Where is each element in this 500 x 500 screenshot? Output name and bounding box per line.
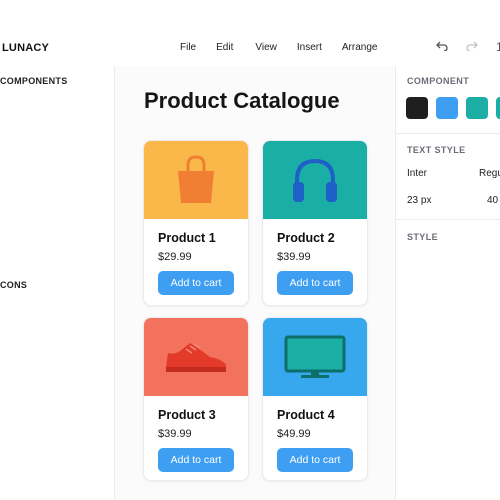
font-family-value[interactable]: Inter <box>407 168 427 179</box>
font-weight-value[interactable]: Regu <box>479 168 500 179</box>
color-swatch[interactable] <box>466 97 488 119</box>
sneaker-icon <box>166 343 226 372</box>
product-card[interactable]: Product 3 $39.99 Add to cart <box>143 317 249 481</box>
product-image <box>144 318 248 396</box>
add-to-cart-button[interactable]: Add to cart <box>277 271 353 295</box>
text-style-title: TEXT STYLE <box>407 145 466 155</box>
color-swatch[interactable] <box>406 97 428 119</box>
product-price: $49.99 <box>277 428 311 440</box>
line-height-value[interactable]: 40 <box>487 195 498 206</box>
top-toolbar: 1 <box>436 40 500 54</box>
product-name: Product 2 <box>277 231 335 245</box>
menu-file[interactable]: File <box>180 42 196 53</box>
color-swatch[interactable] <box>436 97 458 119</box>
color-swatch[interactable] <box>496 97 500 119</box>
app-name: LUNACY <box>2 42 50 54</box>
components-title: COMPONENTS <box>0 76 68 86</box>
monitor-icon <box>284 335 346 378</box>
add-to-cart-button[interactable]: Add to cart <box>158 448 234 472</box>
product-price: $39.99 <box>277 251 311 263</box>
product-image <box>144 141 248 219</box>
redo-icon[interactable] <box>466 40 478 54</box>
component-title: COMPONENT <box>407 76 470 86</box>
toolbar-extra[interactable]: 1 <box>496 40 500 54</box>
app-window: LUNACY File Edit View Insert Arrange 1 C… <box>0 0 500 500</box>
top-bar: LUNACY File Edit View Insert Arrange 1 <box>0 0 500 67</box>
menu-insert[interactable]: Insert <box>297 42 322 53</box>
product-name: Product 3 <box>158 408 216 422</box>
add-to-cart-button[interactable]: Add to cart <box>277 448 353 472</box>
font-size-value[interactable]: 23 px <box>407 195 431 206</box>
panel-divider <box>396 133 500 134</box>
undo-icon[interactable] <box>436 40 448 54</box>
product-image <box>263 318 367 396</box>
add-to-cart-button[interactable]: Add to cart <box>158 271 234 295</box>
product-card[interactable]: Product 1 $29.99 Add to cart <box>143 140 249 306</box>
menu-edit[interactable]: Edit <box>216 42 233 53</box>
product-name: Product 4 <box>277 408 335 422</box>
style-title: STYLE <box>407 232 439 242</box>
right-panel <box>395 66 500 500</box>
menu-arrange[interactable]: Arrange <box>342 42 378 53</box>
menu-bar: File Edit View Insert Arrange <box>180 42 397 53</box>
product-price: $29.99 <box>158 251 192 263</box>
product-card[interactable]: Product 4 $49.99 Add to cart <box>262 317 368 481</box>
icons-title: CONS <box>0 280 28 290</box>
product-card[interactable]: Product 2 $39.99 Add to cart <box>262 140 368 306</box>
bag-icon <box>178 155 214 203</box>
product-image <box>263 141 367 219</box>
product-name: Product 1 <box>158 231 216 245</box>
menu-view[interactable]: View <box>255 42 277 53</box>
panel-divider <box>396 219 500 220</box>
product-price: $39.99 <box>158 428 192 440</box>
headphones-icon <box>293 158 337 202</box>
page-title: Product Catalogue <box>144 88 340 113</box>
